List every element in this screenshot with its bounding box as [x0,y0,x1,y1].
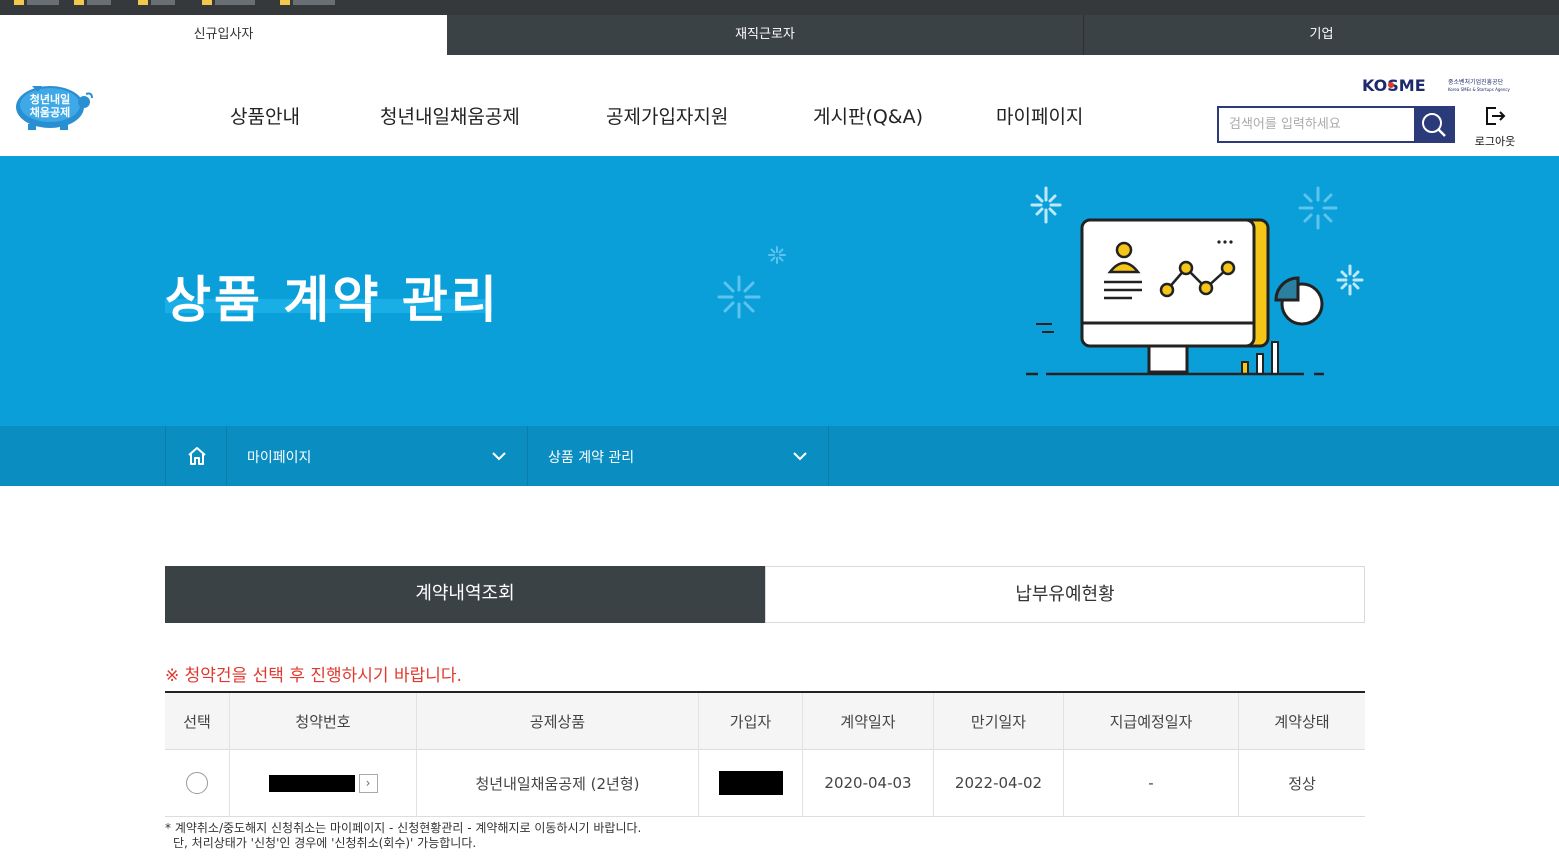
cell-select [165,750,230,816]
breadcrumb-level1-label: 마이페이지 [247,450,312,466]
search-input[interactable] [1219,108,1415,141]
cell-status: 정상 [1288,774,1316,793]
nav-products[interactable]: 상품안내 [230,102,300,129]
nav-board[interactable]: 게시판(Q&A) [813,102,923,129]
col-header-status: 계약상태 [1274,712,1330,731]
cell-application-no: › [230,750,417,816]
footnote-line-1: * 계약취소/중도해지 신청취소는 마이페이지 - 신청현황관리 - 계약해지로… [165,821,642,835]
sparkle-icon [717,275,761,319]
site-logo[interactable]: 청년내일 채움공제 [14,80,94,130]
cell-contract-date: 2020-04-03 [803,750,934,816]
sparkle-icon [1336,264,1364,296]
page-title: 상품 계약 관리 [165,271,500,329]
chevron-down-icon [793,452,807,461]
application-detail-button[interactable]: › [358,773,378,793]
site-header: 청년내일 채움공제 상품안내 청년내일채움공제 공제가입자지원 게시판(Q&A)… [0,55,1559,156]
hero-banner: 상품 계약 관리 [0,156,1559,426]
cell-payment-date: - [1064,750,1239,816]
bookmark-folder-icon[interactable] [202,0,212,5]
org-name-en: Korea SMEs & Startups Agency [1448,87,1511,92]
bookmark-item[interactable] [215,0,255,5]
bookmark-folder-icon[interactable] [138,0,148,5]
selection-notice: ※ 청약건을 선택 후 진행하시기 바랍니다. [165,666,462,686]
logo-text-2: 채움공제 [30,105,70,119]
cell-subscriber [699,750,803,816]
tab-contract-history[interactable]: 계약내역조회 [165,566,765,623]
sparkle-icon [1030,186,1062,224]
bookmark-item[interactable] [87,0,111,5]
search-icon [1422,113,1446,137]
tab-payment-deferral[interactable]: 납부유예현황 [765,566,1365,623]
footnote: * 계약취소/중도해지 신청취소는 마이페이지 - 신청현황관리 - 계약해지로… [165,821,641,851]
tab-company[interactable]: 기업 [1083,15,1559,55]
org-name-kr: 중소벤처기업진흥공단 [1448,78,1504,86]
cell-maturity-date: 2022-04-02 [934,750,1064,816]
bookmark-folder-icon[interactable] [74,0,84,5]
user-type-tabs: 신규입사자 재직근로자 기업 [0,15,1559,55]
logout-label: 로그아웃 [1474,135,1516,148]
kosme-logo[interactable]: KOSME 중소벤처기업진흥공단 Korea SMEs & Startups A… [1362,75,1517,95]
contract-table: 선택 청약번호 공제상품 가입자 계약일자 만기일자 지급예정일자 계약상태 ›… [165,691,1365,817]
col-header-application-no: 청약번호 [230,693,417,749]
col-header-product: 공제상품 [417,693,699,749]
logo-text-1: 청년내일 [30,92,70,106]
home-icon [188,447,206,465]
search-box [1217,106,1455,143]
tab-new-employee[interactable]: 신규입사자 [0,15,447,55]
col-header-maturity-date: 만기일자 [934,693,1064,749]
bookmark-folder-icon[interactable] [280,0,290,5]
bookmark-folder-icon[interactable] [14,0,24,5]
redacted-subscriber-name [718,771,783,795]
col-header-contract-date: 계약일자 [803,693,934,749]
logout-icon [1486,107,1506,125]
piggy-bank-icon: 청년내일 채움공제 [16,86,93,130]
redacted-application-no [268,774,355,792]
breadcrumb-level1-select[interactable]: 마이페이지 [227,426,528,486]
browser-bookmark-bar [0,0,1559,15]
tab-current-employee[interactable]: 재직근로자 [447,15,1083,55]
cell-product: 청년내일채움공제 (2년형) [417,750,699,816]
col-header-select: 선택 [165,693,230,749]
footnote-line-2: 단, 처리상태가 '신청'인 경우에 '신청취소(회수)' 가능합니다. [173,836,477,850]
sparkle-icon [768,246,786,264]
nav-youth-savings[interactable]: 청년내일채움공제 [380,102,520,129]
nav-member-support[interactable]: 공제가입자지원 [606,102,728,129]
breadcrumb-home-button[interactable] [165,426,227,486]
table-header-row: 선택 청약번호 공제상품 가입자 계약일자 만기일자 지급예정일자 계약상태 [165,693,1365,750]
chevron-down-icon [492,452,506,461]
row-select-radio[interactable] [186,772,208,794]
bookmark-item[interactable] [151,0,175,5]
breadcrumb-level2-label: 상품 계약 관리 [548,450,635,466]
bookmark-item[interactable] [27,0,59,5]
table-row: › 청년내일채움공제 (2년형) 2020-04-03 2022-04-02 -… [165,750,1365,817]
bookmark-item[interactable] [293,0,335,5]
breadcrumb: 마이페이지 상품 계약 관리 [0,426,1559,486]
sparkle-icon [1298,186,1338,230]
nav-mypage[interactable]: 마이페이지 [996,102,1083,129]
search-button[interactable] [1414,108,1453,141]
col-header-subscriber: 가입자 [699,693,803,749]
logout-button[interactable]: 로그아웃 [1470,105,1520,149]
monitor-dashboard-illustration [1026,186,1364,376]
breadcrumb-level2-select[interactable]: 상품 계약 관리 [528,426,829,486]
col-header-payment-date: 지급예정일자 [1064,693,1239,749]
